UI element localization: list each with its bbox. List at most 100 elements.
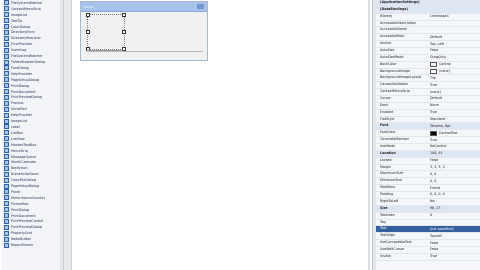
property-name: TextAlign bbox=[380, 233, 395, 238]
property-value[interactable]: (none) bbox=[428, 69, 480, 75]
property-value[interactable]: TopLeft bbox=[428, 233, 480, 239]
resize-handle-top-left[interactable] bbox=[86, 13, 90, 17]
component-icon bbox=[4, 41, 9, 47]
toolbox-item-label: HelpProvider bbox=[11, 71, 33, 76]
property-row[interactable]: Tag bbox=[376, 220, 480, 227]
property-value[interactable] bbox=[428, 27, 480, 33]
property-value[interactable]: False bbox=[428, 240, 480, 246]
property-value[interactable]: ControlText bbox=[428, 130, 480, 136]
property-row[interactable]: ImeMode NoControl bbox=[376, 144, 480, 151]
property-row[interactable]: RightToLeft No bbox=[376, 199, 480, 206]
property-value[interactable]: Control bbox=[428, 62, 480, 68]
property-value[interactable]: True bbox=[428, 110, 480, 116]
property-value[interactable] bbox=[428, 7, 480, 13]
property-row[interactable]: AutoSizeMode GrowOnly bbox=[376, 55, 480, 62]
property-row[interactable]: AccessibleRole Default bbox=[376, 34, 480, 42]
property-row[interactable]: BackColor Control bbox=[376, 62, 480, 69]
property-value[interactable]: 0, 0 bbox=[428, 178, 480, 184]
property-value[interactable]: 0, 0 bbox=[428, 171, 480, 177]
toolbox-scrollbar[interactable] bbox=[60, 0, 63, 270]
toolbox-splitter[interactable] bbox=[64, 0, 72, 270]
property-value[interactable]: 96, 23 bbox=[428, 206, 480, 212]
property-value[interactable]: 3, 3, 3, 3 bbox=[428, 165, 480, 171]
property-name: Anchor bbox=[380, 41, 392, 46]
property-row[interactable]: ContextMenuStrip (none) bbox=[376, 89, 480, 97]
property-value[interactable] bbox=[428, 0, 480, 6]
property-value[interactable]: Top, Left bbox=[428, 41, 480, 47]
property-value[interactable]: Lineshape1 bbox=[428, 14, 480, 20]
property-row[interactable]: AccessibleDescription bbox=[376, 21, 480, 28]
property-row[interactable]: (ApplicationSettings) bbox=[376, 0, 480, 7]
property-row[interactable]: GenerateMember True bbox=[376, 137, 480, 145]
property-row[interactable]: UseWaitCursor False bbox=[376, 247, 480, 254]
property-row[interactable]: AccessibleName bbox=[376, 27, 480, 35]
property-value[interactable]: 0, 0, 0, 0 bbox=[428, 192, 480, 198]
selected-line-shape[interactable] bbox=[86, 13, 126, 51]
property-value[interactable]: 100, 91 bbox=[428, 151, 480, 157]
property-row[interactable]: Size 96, 23 bbox=[376, 205, 480, 213]
property-value[interactable]: (none) bbox=[428, 89, 480, 95]
property-row[interactable]: Enabled True bbox=[376, 110, 480, 117]
property-value[interactable]: Tile bbox=[428, 75, 480, 81]
form-window[interactable]: Form1 bbox=[80, 1, 208, 61]
toolbox-item-label: MessageQueue bbox=[11, 154, 37, 159]
property-row[interactable]: AutoSize False bbox=[376, 48, 480, 55]
property-value[interactable]: True bbox=[428, 254, 480, 260]
component-icon bbox=[4, 224, 9, 230]
property-value[interactable]: Friend bbox=[428, 185, 480, 191]
property-value-text: False bbox=[430, 158, 439, 163]
property-row[interactable]: BackgroundImage (none) bbox=[376, 69, 480, 76]
property-row[interactable]: CausesValidation True bbox=[376, 82, 480, 90]
resize-handle-middle-right[interactable] bbox=[122, 30, 126, 34]
form-titlebar[interactable]: Form1 bbox=[81, 2, 207, 12]
property-value[interactable] bbox=[428, 220, 480, 226]
property-row[interactable]: Location 100, 91 bbox=[376, 150, 480, 158]
property-row[interactable]: Locked False bbox=[376, 158, 480, 165]
property-value[interactable]: True bbox=[428, 137, 480, 143]
form-designer-surface[interactable]: Form1 bbox=[72, 0, 368, 270]
property-value[interactable]: NoControl bbox=[428, 144, 480, 150]
component-icon bbox=[4, 24, 9, 30]
property-row[interactable]: ForeColor ControlText bbox=[376, 130, 480, 138]
property-row[interactable]: MaximumSize 0, 0 bbox=[376, 171, 480, 179]
property-value[interactable]: Tahoma, 8pt bbox=[428, 123, 480, 129]
property-row[interactable]: BackgroundImageLayout Tile bbox=[376, 75, 480, 83]
property-value[interactable]: Default bbox=[428, 96, 480, 102]
resize-handle-top-right[interactable] bbox=[122, 13, 126, 17]
property-row[interactable]: Text (not specified) bbox=[376, 226, 480, 234]
property-row[interactable]: Visible True bbox=[376, 254, 480, 261]
property-row[interactable]: Cursor Default bbox=[376, 96, 480, 103]
toolbox-item[interactable]: ReportViewer bbox=[2, 242, 63, 248]
property-row[interactable]: UseCompatibleText False bbox=[376, 240, 480, 247]
property-value[interactable]: True bbox=[428, 82, 480, 88]
property-value[interactable]: None bbox=[428, 103, 480, 109]
property-row[interactable]: Font Tahoma, 8pt bbox=[376, 123, 480, 131]
resize-handle-middle-left[interactable] bbox=[86, 30, 90, 34]
property-row[interactable]: MinimumSize 0, 0 bbox=[376, 178, 480, 186]
property-row[interactable]: Modifiers Friend bbox=[376, 185, 480, 193]
property-value[interactable]: False bbox=[428, 158, 480, 164]
property-value[interactable]: 0 bbox=[428, 213, 480, 219]
property-row[interactable]: (DataBindings) bbox=[376, 6, 480, 14]
property-row[interactable]: Dock None bbox=[376, 103, 480, 110]
property-value[interactable]: No bbox=[428, 199, 480, 205]
property-row[interactable]: Anchor Top, Left bbox=[376, 41, 480, 49]
property-value[interactable]: False bbox=[428, 48, 480, 54]
close-icon[interactable] bbox=[197, 4, 204, 9]
property-value[interactable]: Default bbox=[428, 34, 480, 40]
property-value[interactable]: False bbox=[428, 247, 480, 253]
property-value[interactable] bbox=[428, 21, 480, 27]
property-value[interactable]: (not specified) bbox=[428, 226, 480, 232]
component-icon bbox=[4, 35, 9, 41]
property-value[interactable]: Standard bbox=[428, 117, 480, 123]
property-row[interactable]: Margin 3, 3, 3, 3 bbox=[376, 165, 480, 172]
designer-splitter[interactable] bbox=[368, 0, 370, 270]
property-value[interactable]: GrowOnly bbox=[428, 55, 480, 61]
property-row[interactable]: Padding 0, 0, 0, 0 bbox=[376, 192, 480, 199]
property-row[interactable]: TextAlign TopLeft bbox=[376, 233, 480, 241]
component-icon bbox=[4, 213, 9, 219]
property-value-text: Default bbox=[430, 34, 443, 39]
property-row[interactable]: FlatStyle Standard bbox=[376, 117, 480, 124]
property-row[interactable]: TabIndex 0 bbox=[376, 213, 480, 220]
property-row[interactable]: (Name) Lineshape1 bbox=[376, 14, 480, 21]
